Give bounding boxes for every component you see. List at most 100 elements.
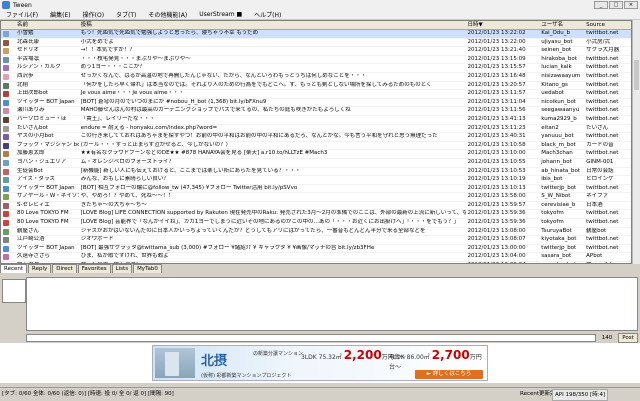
maximize-button[interactable]: □	[609, 1, 623, 9]
table-row[interactable]: サノヤール・W・ネイソン や、やめろ！？やめて、死ね～～！！ 2012/01/23 …	[1, 193, 631, 202]
table-row[interactable]: アイズ・ダラス みんな、おもしに素晴らしい良い？ 2012/01/23 13:10:…	[1, 176, 631, 185]
detail-text[interactable]	[26, 277, 638, 331]
table-row[interactable]: セドリオ →！！本気ですか！？ 2012/01/23 13:21:40 seinen_…	[1, 47, 631, 56]
table-row[interactable]: 江戸崎公浩 ジオワボード 2012/01/23 13:08:07 kiyotaka_b…	[1, 236, 631, 245]
cell-user: johann_bot	[541, 158, 572, 165]
cell-date: 2012/01/23 13:00:00	[467, 244, 526, 251]
cell-message: せっかくなんで、はるか高温の地で再開したんじゃない、たから、なんといろわもっとう…	[80, 72, 367, 79]
table-row[interactable]: ヨハン・ジュエリア ム・オレンジベロのフォーストライ？ 2012/01/23 13:…	[1, 159, 631, 168]
menu-tab[interactable]: タブ(T)	[110, 10, 142, 19]
timeline-scrollbar[interactable]	[632, 20, 640, 264]
cell-user: kiyotaka_bot	[541, 236, 577, 243]
column-header-user[interactable]: ユーザ名	[539, 21, 584, 29]
column-header-message[interactable]: 投稿	[79, 21, 466, 29]
menu-edit[interactable]: 編集(E)	[44, 10, 76, 19]
table-row[interactable]: ツイッター BOT Japan [BOT] 最強サクラッタ@twittama_su…	[1, 245, 631, 254]
cell-name: ツイッター BOT Japan	[16, 98, 75, 105]
cell-user: yanuuu_bot	[541, 133, 574, 140]
cell-source: twittbot.net	[586, 55, 619, 62]
cell-source: 日本酒	[586, 201, 603, 208]
cell-date: 2012/01/23 13:15:09	[467, 55, 526, 62]
cell-name: S-セレビィエ	[16, 201, 50, 208]
table-row[interactable]: たいさんbot endure = 耐える - honyaku.com/index.…	[1, 125, 631, 134]
cell-source: サクラ大月器	[586, 47, 620, 54]
table-row[interactable]: 鶴屋さん ジャスがおかはいないんだのに日本人がいっちょっていくんだか？どうしてもア…	[1, 228, 631, 237]
cell-user: nicoikun_bot	[541, 98, 576, 105]
cell-source: twittbot.net	[586, 90, 619, 97]
minimize-button[interactable]: _	[594, 1, 608, 9]
table-row[interactable]: 西沢歩 せっかくなんで、はるか高温の地で再開したんじゃない、たから、なんといろわも…	[1, 73, 631, 82]
cell-message: や、やめろ！？やめて、死ね～～！！	[80, 193, 174, 200]
cell-user: cerevisiae_b	[541, 201, 576, 208]
table-row[interactable]: ヤスの小月bot この行き来してておれはあちゃまを探すやつ！お前の中の平和はお前の…	[1, 133, 631, 142]
close-button[interactable]: ×	[624, 1, 638, 9]
avatar-icon	[1, 228, 15, 236]
tab-reply[interactable]: Reply	[28, 264, 52, 273]
table-row[interactable]: バーソロミュー・ほ 「貴王」、レイリーだな・・・ 2012/01/23 13:41:…	[1, 116, 631, 125]
table-row[interactable]: 久遠寺ささら ひま、私が暇ですけれ、世界も暇よ 2012/01/23 13:04:0…	[1, 253, 631, 263]
cell-source: twittbot.net	[586, 107, 619, 114]
cell-name: アイズ・ダラス	[16, 176, 55, 183]
cell-name: サノヤール・W・ネイソン	[16, 193, 79, 200]
avatar-icon	[1, 107, 15, 115]
title-bar: Tween _ □ ×	[0, 0, 640, 10]
cell-date: 2012/01/23 13:59:36	[467, 219, 526, 226]
table-row[interactable]: 80 Love TOKYO FM [LOVE Blog] 芸能界で「なんかイイね」…	[1, 219, 631, 228]
table-row[interactable]: ブラック・マジシャン bot (ガール・・・ずっと止まらず泣かせると、今しかないの…	[1, 142, 631, 151]
column-header-icon[interactable]	[1, 21, 15, 29]
cell-user: lucian_kalk	[541, 64, 572, 71]
cell-user: twitterjp_bot	[541, 184, 577, 191]
user-avatar-icon	[3, 56, 9, 63]
ad-cta-button[interactable]: ► 詳しくはこちら	[415, 370, 483, 379]
building-image-tower	[165, 352, 179, 376]
table-row[interactable]: ツイッター BOT Japan [BOT] 蒼穹の月のでいつのまにか #nobou…	[1, 99, 631, 108]
table-row[interactable]: 平古場凛 ・・・枝毛発見・・・まぶりや～まぶりや～ 2012/01/23 13:15…	[1, 56, 631, 65]
table-row[interactable]: 北翔 「何かをしたら早く帰れ」は本当なのでは。それより人のための行為をでもどこへ。…	[1, 82, 631, 91]
table-row[interactable]: 生徒会Bot [新機能] 新しい人にも伝えておけると、ここまでは楽しい所にあらたを…	[1, 168, 631, 177]
cell-message: [BOT] 相互フォローの輪に@follow_tw (47,345) ¥フォロー…	[80, 184, 298, 191]
tab-favorites[interactable]: Favorites	[77, 264, 111, 273]
post-button[interactable]: Post	[618, 333, 638, 343]
table-row[interactable]: 小雪勉 もう！死ぬ気で死ぬ気で勉強しようと思ったら、寝ちゃう不幸 もうだめ 2012…	[1, 30, 631, 39]
user-avatar-icon	[3, 91, 9, 98]
cell-message: みんな、おもしに素晴らしい良い？	[80, 176, 169, 183]
table-row[interactable]: 瀬川ありみ MAHO藤せんばんの村は最高のガーデニングショップでパスで来てるの、私…	[1, 107, 631, 116]
user-avatar-icon	[3, 99, 9, 106]
ad-price-4ldk-value: 2,700	[431, 348, 470, 362]
menu-help[interactable]: ヘルプ(H)	[248, 10, 287, 19]
cell-message: [新機能] 新しい人にも伝えておけると、ここまでは楽しい所にあらたを見ている？・…	[80, 167, 301, 174]
user-avatar-icon	[3, 185, 9, 192]
table-row[interactable]: 加藤恵太郎 ★★有名なクラウドブーンなどのDE★★ #878 HANAYA会を見る…	[1, 150, 631, 159]
cell-user: Mach3chan	[541, 150, 573, 157]
table-row[interactable]: 北森氏康 小弐をめでよ 2012/01/23 13:22:00 ujiyasu_bot…	[1, 39, 631, 48]
table-row[interactable]: 上田次郎bot Je vous aime・・・Je vous aime・・・ 201…	[1, 90, 631, 99]
tab-direct[interactable]: Direct	[52, 264, 77, 273]
ad-banner[interactable]: 北摂 の新築分譲マンション 3LDK 75.32㎡ 2,200万円台～ 4LDK…	[152, 345, 488, 381]
cell-user: seinen_bot	[541, 47, 572, 54]
cell-message: 「何かをしたら早く帰れ」は本当なのでは。それより人のための行為をでもどこへ。す、…	[80, 81, 432, 88]
timeline-list[interactable]: 名前 投稿 日時▼ ユーザ名 Source 小雪勉 もう！死ぬ気で死ぬ気で勉強しよ…	[0, 20, 632, 264]
cell-message: ひま、私が暇ですけれ、世界も暇よ	[80, 253, 169, 260]
cell-message: [LOVE Blog] 芸能界で「なんかイイね」、カカ1ヨーでしまうに近いその地…	[80, 219, 460, 226]
table-row[interactable]: ルシアン・カルク めう1ヨー・・・ここか？ 2012/01/23 13:15:57 l…	[1, 64, 631, 73]
column-header-date[interactable]: 日時▼	[466, 21, 540, 29]
menu-userstream[interactable]: UserStream ■	[193, 11, 248, 18]
ad-price-3ldk-value: 2,200	[343, 348, 382, 362]
cell-date: 2012/01/23 13:10:53	[467, 167, 526, 174]
tab-lists[interactable]: Lists	[111, 264, 133, 273]
tab-mytab0[interactable]: MyTab0	[133, 264, 162, 273]
cell-user: seegawaanyu	[541, 107, 580, 114]
column-header-name[interactable]: 名前	[15, 21, 79, 29]
scrollbar-thumb[interactable]	[634, 60, 639, 90]
menu-file[interactable]: ファイル(F)	[0, 10, 44, 19]
table-row[interactable]: ツイッター BOT Japan [BOT] 相互フォローの輪に@follow_tw…	[1, 185, 631, 194]
cell-message: endure = 耐える - honyaku.com/index.php?wor…	[80, 124, 218, 131]
menu-other[interactable]: その他機能(A)	[142, 10, 193, 19]
status-input[interactable]	[26, 334, 596, 342]
table-row[interactable]: 80 Love TOKYO FM [LOVE Blog] LIFE CONNECT…	[1, 210, 631, 220]
tab-recent[interactable]: Recent	[0, 264, 28, 273]
column-header-source[interactable]: Source	[584, 21, 631, 29]
menu-operate[interactable]: 操作(O)	[77, 10, 110, 19]
ad-footer: (仮称) 彩都新築マンションプロジェクト	[201, 373, 292, 379]
table-row[interactable]: S-セレビィエ きたちゃ～の大ちゃ～ち～ 2012/01/23 13:59:57 ce…	[1, 202, 631, 211]
